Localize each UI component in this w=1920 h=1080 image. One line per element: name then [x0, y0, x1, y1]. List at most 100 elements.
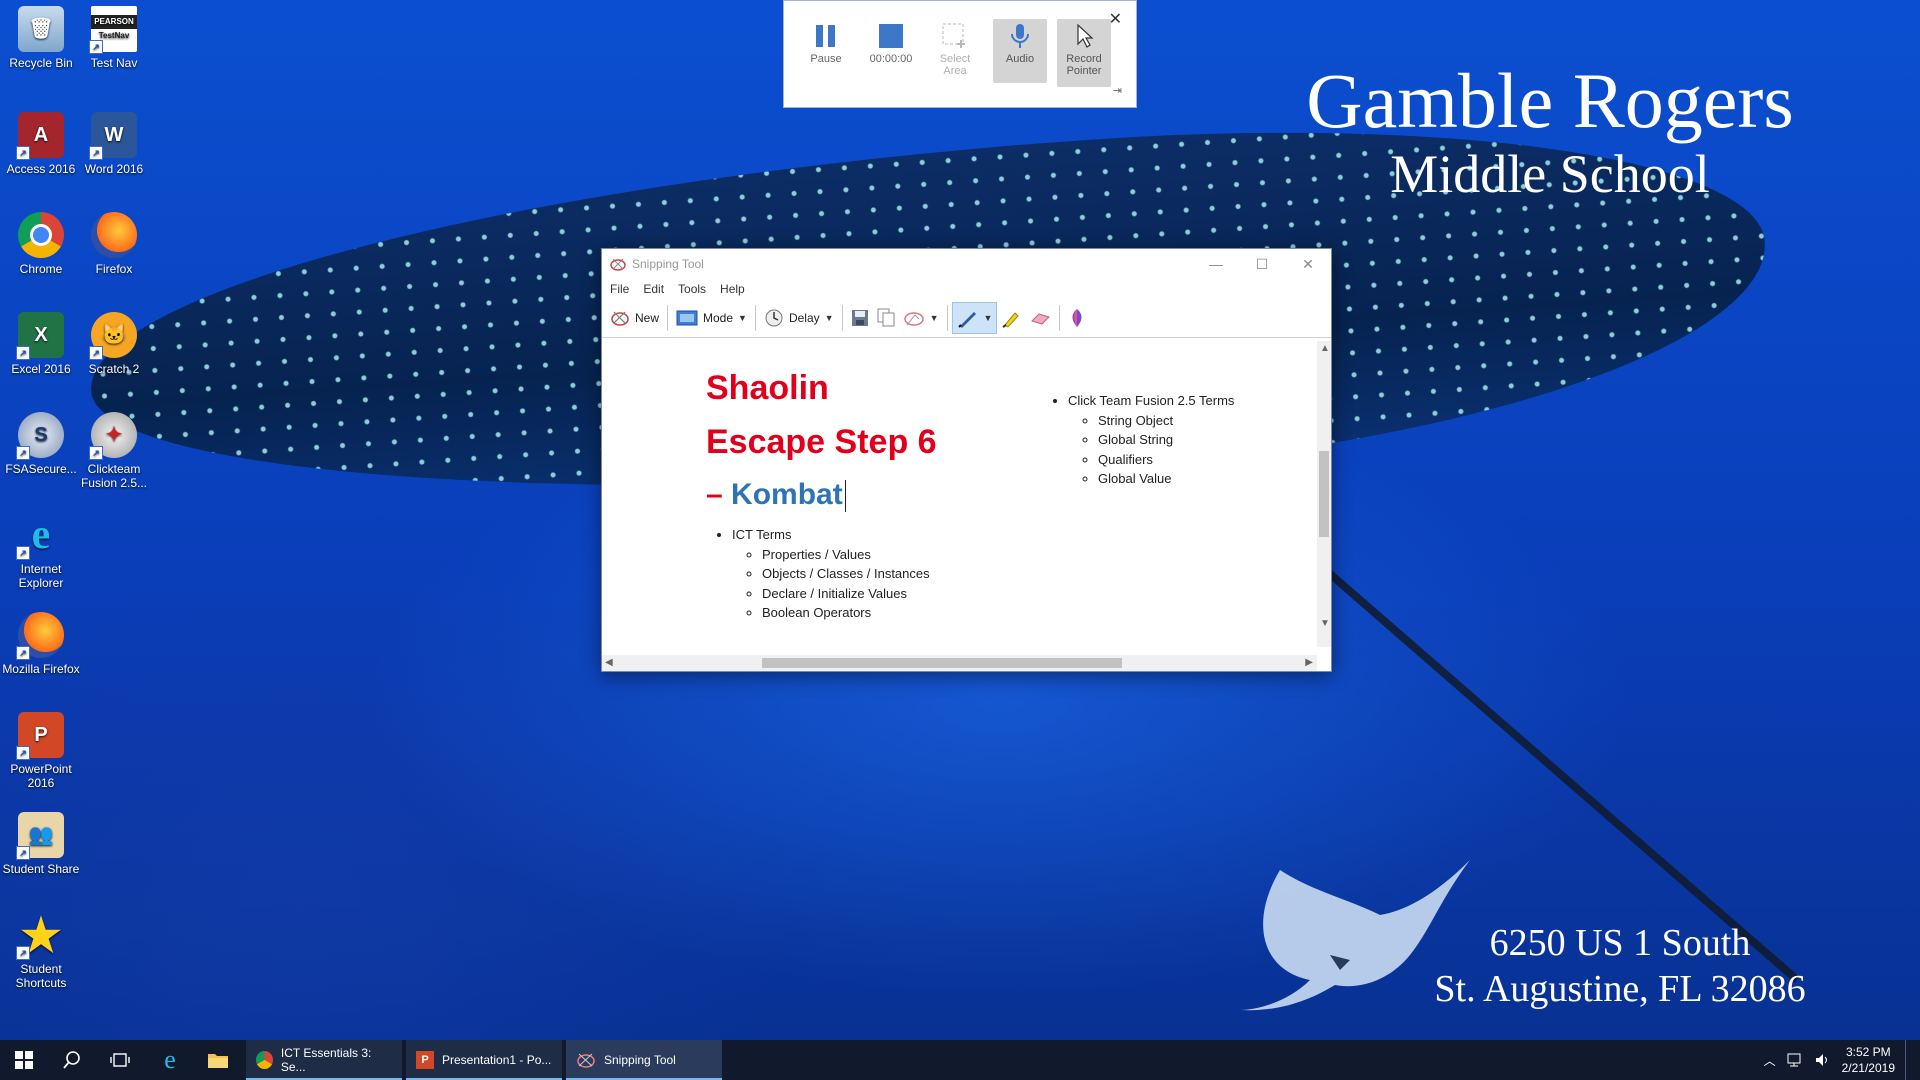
pen-tool-button[interactable]: ▼ — [951, 302, 998, 334]
taskbar-app-label: Snipping Tool — [604, 1053, 676, 1067]
recorder-close-icon[interactable]: ✕ — [1109, 9, 1122, 29]
desktop-icon-excel[interactable]: X ↗ Excel 2016 — [0, 312, 82, 376]
minimize-button[interactable]: — — [1193, 251, 1239, 277]
desktop-icon-powerpoint[interactable]: P ↗ PowerPoint 2016 — [0, 712, 82, 790]
scroll-down-icon[interactable]: ▼ — [1320, 618, 1330, 629]
fsasecure-icon: S ↗ — [16, 412, 64, 460]
desktop-icon-scratch[interactable]: 🐱 ↗ Scratch 2 — [73, 312, 155, 376]
desktop-icon-chrome[interactable]: Chrome — [0, 212, 82, 276]
desktop-icon-label: Word 2016 — [84, 162, 144, 176]
edge-icon[interactable]: e — [146, 1040, 194, 1080]
desktop-icon-fsasecure[interactable]: S ↗ FSASecure... — [0, 412, 82, 476]
desktop-icon-label: Scratch 2 — [88, 362, 140, 376]
save-snip-button[interactable] — [847, 303, 873, 333]
student-share-icon: 👥 ↗ — [16, 812, 64, 860]
search-button[interactable] — [48, 1040, 96, 1080]
eraser-button[interactable] — [1025, 303, 1055, 333]
horizontal-scrollbar[interactable]: ◀ ▶ — [602, 655, 1317, 671]
volume-icon[interactable] — [1814, 1052, 1832, 1068]
close-button[interactable]: ✕ — [1285, 251, 1331, 277]
powerpoint-icon: P ↗ — [16, 712, 64, 760]
windows-icon — [15, 1051, 33, 1069]
pen-dropdown-chevron-icon[interactable]: ▼ — [984, 313, 993, 323]
maximize-button[interactable]: ☐ — [1239, 251, 1285, 277]
pointer-icon — [1057, 19, 1111, 53]
list-item: Properties / Values — [762, 545, 930, 565]
task-view-button[interactable] — [96, 1040, 144, 1080]
desktop-icon-recycle-bin[interactable]: 🗑 Recycle Bin — [0, 6, 82, 70]
network-icon[interactable] — [1786, 1052, 1804, 1068]
mode-button[interactable]: Mode ▼ — [672, 303, 751, 333]
edit-with-paint3d-button[interactable] — [1064, 303, 1090, 333]
show-hidden-icons-chevron-icon[interactable]: ︿ — [1764, 1052, 1776, 1069]
word-icon: W ↗ — [89, 112, 137, 160]
taskbar-app-powerpoint[interactable]: P Presentation1 - Po... — [406, 1040, 562, 1080]
highlighter-button[interactable] — [997, 303, 1025, 333]
delay-button[interactable]: Delay ▼ — [760, 303, 838, 333]
stop-button[interactable]: 00:00:00 — [864, 19, 918, 83]
select-area-button[interactable]: Select Area — [928, 19, 982, 83]
access-icon: A ↗ — [16, 112, 64, 160]
list-item: Click Team Fusion 2.5 Terms String Objec… — [1068, 391, 1234, 489]
taskbar-app-chrome[interactable]: ICT Essentials 3: Se... — [246, 1040, 402, 1080]
desktop-icon-access[interactable]: A ↗ Access 2016 — [0, 112, 82, 176]
excel-icon: X ↗ — [16, 312, 64, 360]
recorder-pin-icon[interactable]: ⇥ — [1113, 84, 1122, 97]
list-item: Boolean Operators — [762, 603, 930, 623]
send-snip-button[interactable]: ▼ — [899, 303, 943, 333]
menu-tools[interactable]: Tools — [678, 282, 706, 296]
desktop-icon-clickteam[interactable]: ✦ ↗ Clickteam Fusion 2.5... — [73, 412, 155, 490]
clock[interactable]: 3:52 PM 2/21/2019 — [1842, 1044, 1895, 1076]
send-snip-icon — [903, 312, 924, 326]
pause-button[interactable]: Pause — [799, 19, 853, 83]
desktop-icon-student-share[interactable]: 👥 ↗ Student Share — [0, 812, 82, 876]
mode-dropdown-chevron-icon[interactable]: ▼ — [738, 313, 747, 323]
save-icon — [851, 310, 868, 326]
recording-timer: 00:00:00 — [869, 53, 913, 65]
testnav-icon: PEARSON TestNav ↗ — [89, 6, 137, 54]
text-cursor — [844, 480, 846, 513]
task-view-icon — [110, 1053, 130, 1067]
desktop-icon-label: Access 2016 — [6, 162, 76, 176]
list-item: ICT Terms Properties / Values Objects / … — [732, 525, 930, 623]
menu-file[interactable]: File — [610, 282, 629, 296]
copy-button[interactable] — [873, 303, 899, 333]
desktop-icon-student-shortcuts[interactable]: ★ ↗ Student Shortcuts — [0, 912, 82, 990]
scroll-right-icon[interactable]: ▶ — [1305, 657, 1313, 668]
list-item: Qualifiers — [1098, 450, 1234, 470]
snipping-tool-icon — [610, 258, 626, 271]
desktop-icon-word[interactable]: W ↗ Word 2016 — [73, 112, 155, 176]
scroll-left-icon[interactable]: ◀ — [605, 657, 613, 668]
menu-edit[interactable]: Edit — [643, 282, 664, 296]
stop-icon — [864, 19, 918, 53]
vertical-scrollbar[interactable]: ▲ ▼ — [1317, 341, 1331, 647]
snipping-toolbar: New Mode ▼ Delay ▼ ▼ ▼ — [602, 299, 1331, 338]
menu-bar: File Edit Tools Help — [602, 279, 1331, 299]
horizontal-scroll-thumb[interactable] — [762, 658, 1122, 668]
desktop-icon-internet-explorer[interactable]: e ↗ Internet Explorer — [0, 512, 82, 590]
start-button[interactable] — [0, 1040, 48, 1080]
new-snip-button[interactable]: New — [606, 303, 663, 333]
record-pointer-toggle-button[interactable]: Record Pointer — [1057, 19, 1111, 87]
desktop-icon-test-nav[interactable]: PEARSON TestNav ↗ Test Nav — [73, 6, 155, 70]
snipping-tool-icon — [577, 1053, 595, 1068]
send-dropdown-chevron-icon[interactable]: ▼ — [930, 313, 939, 323]
taskbar-app-snipping-tool[interactable]: Snipping Tool — [566, 1040, 722, 1080]
desktop-icon-mozilla-firefox[interactable]: ↗ Mozilla Firefox — [0, 612, 82, 676]
audio-toggle-button[interactable]: Audio — [993, 19, 1047, 83]
audio-label: Audio — [1005, 53, 1035, 65]
menu-help[interactable]: Help — [720, 282, 745, 296]
slide-title-line3-wrap: – Kombat — [706, 469, 937, 521]
taskbar-app-label: ICT Essentials 3: Se... — [280, 1046, 372, 1074]
left-bullet-list: ICT Terms Properties / Values Objects / … — [714, 525, 930, 623]
scroll-up-icon[interactable]: ▲ — [1320, 343, 1330, 354]
scratch-icon: 🐱 ↗ — [89, 312, 137, 360]
new-label: New — [635, 311, 660, 325]
desktop-icon-firefox[interactable]: Firefox — [73, 212, 155, 276]
file-explorer-button[interactable] — [194, 1040, 242, 1080]
vertical-scroll-thumb[interactable] — [1319, 451, 1329, 537]
delay-dropdown-chevron-icon[interactable]: ▼ — [825, 313, 834, 323]
window-title: Snipping Tool — [632, 257, 704, 271]
show-desktop-button[interactable] — [1905, 1040, 1910, 1080]
desktop-icon-label: Clickteam Fusion 2.5... — [80, 462, 148, 490]
